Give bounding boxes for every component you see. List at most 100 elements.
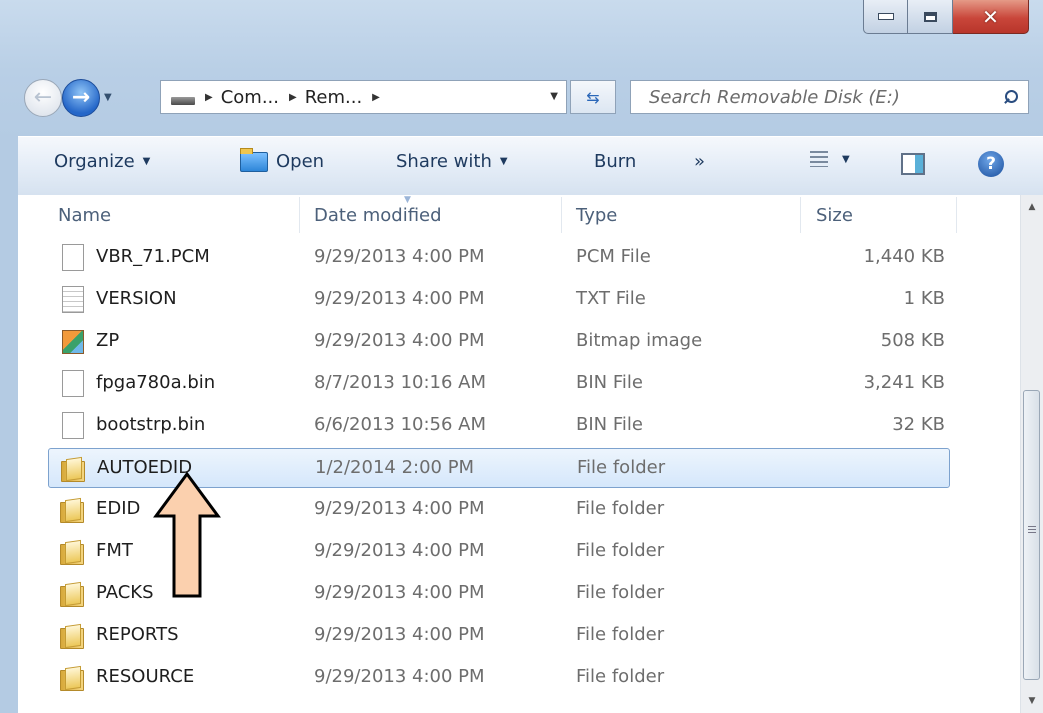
- file-row[interactable]: ZP 9/29/2013 4:00 PM Bitmap image 508 KB: [48, 322, 950, 362]
- forward-arrow-icon: →: [71, 85, 91, 110]
- file-name: REPORTS: [96, 624, 179, 645]
- maximize-icon: [923, 11, 937, 22]
- file-name: EDID: [96, 498, 141, 519]
- file-row[interactable]: fpga780a.bin 8/7/2013 10:16 AM BIN File …: [48, 364, 950, 404]
- scroll-thumb[interactable]: [1023, 390, 1040, 680]
- command-bar: Organize ▼ Open Share with ▼ Burn » ▼ ?: [18, 136, 1043, 196]
- caption-buttons: ✕: [863, 0, 1029, 34]
- file-size: 32 KB: [892, 414, 945, 435]
- open-label: Open: [276, 151, 325, 172]
- chevron-down-icon: ▼: [142, 156, 151, 167]
- file-date: 8/7/2013 10:16 AM: [314, 372, 487, 393]
- file-type: PCM File: [576, 246, 651, 267]
- minimize-icon: [877, 13, 894, 20]
- open-button[interactable]: Open: [240, 147, 325, 172]
- file-row[interactable]: VBR_71.PCM 9/29/2013 4:00 PM PCM File 1,…: [48, 238, 950, 278]
- more-commands-icon: »: [694, 151, 706, 172]
- change-view-button[interactable]: ▼: [810, 151, 850, 167]
- address-dropdown-icon[interactable]: ▼: [550, 91, 558, 102]
- file-type: Bitmap image: [576, 330, 703, 351]
- file-name: RESOURCE: [96, 666, 195, 687]
- file-date: 9/29/2013 4:00 PM: [314, 330, 485, 351]
- organize-label: Organize: [54, 151, 135, 172]
- folder-icon: [61, 458, 87, 482]
- file-size: 1,440 KB: [863, 246, 945, 267]
- refresh-button[interactable]: ⇆: [570, 80, 616, 114]
- file-size: 1 KB: [903, 288, 945, 309]
- address-bar[interactable]: ▶ Com... ▶ Rem... ▶ ▼: [160, 80, 567, 114]
- breadcrumb-separator-icon[interactable]: ▶: [289, 92, 297, 103]
- folder-row[interactable]: RESOURCE 9/29/2013 4:00 PM File folder: [48, 658, 950, 698]
- burn-label: Burn: [594, 151, 637, 172]
- file-type: BIN File: [576, 372, 643, 393]
- file-name: bootstrp.bin: [96, 414, 206, 435]
- column-header-name[interactable]: Name: [58, 205, 111, 226]
- file-date: 9/29/2013 4:00 PM: [314, 666, 485, 687]
- scroll-up-icon[interactable]: ▲: [1021, 197, 1043, 217]
- file-date: 9/29/2013 4:00 PM: [314, 246, 485, 267]
- column-header-size[interactable]: Size: [816, 205, 853, 226]
- file-date: 9/29/2013 4:00 PM: [314, 498, 485, 519]
- column-header-date[interactable]: Date modified: [314, 205, 442, 226]
- column-divider[interactable]: [299, 197, 300, 233]
- drive-icon: [171, 97, 195, 105]
- maximize-button[interactable]: [908, 0, 953, 34]
- column-divider[interactable]: [561, 197, 562, 233]
- text-file-icon: [62, 286, 84, 313]
- file-row[interactable]: bootstrp.bin 6/6/2013 10:56 AM BIN File …: [48, 406, 950, 446]
- share-with-button[interactable]: Share with ▼: [396, 151, 508, 172]
- column-divider[interactable]: [800, 197, 801, 233]
- file-name: FMT: [96, 540, 133, 561]
- file-date: 9/29/2013 4:00 PM: [314, 288, 485, 309]
- refresh-icon: ⇆: [586, 87, 600, 107]
- open-folder-icon: [240, 147, 268, 172]
- more-commands-button[interactable]: »: [694, 151, 705, 172]
- file-name: ZP: [96, 330, 120, 351]
- file-list: Name ▼ Date modified Type Size VBR_71.PC…: [18, 195, 1043, 713]
- folder-icon: [60, 541, 86, 565]
- breadcrumb-separator-icon[interactable]: ▶: [205, 92, 213, 103]
- back-button[interactable]: ←: [24, 79, 62, 117]
- back-arrow-icon: ←: [33, 85, 53, 110]
- burn-button[interactable]: Burn: [594, 151, 636, 172]
- file-name: fpga780a.bin: [96, 372, 216, 393]
- file-size: 3,241 KB: [863, 372, 945, 393]
- up-arrow-icon: [153, 471, 221, 598]
- chevron-down-icon: ▼: [842, 153, 850, 165]
- file-name: VERSION: [96, 288, 177, 309]
- folder-icon: [60, 625, 86, 649]
- scroll-down-icon[interactable]: ▼: [1021, 691, 1043, 711]
- file-row[interactable]: VERSION 9/29/2013 4:00 PM TXT File 1 KB: [48, 280, 950, 320]
- file-type: File folder: [576, 498, 665, 519]
- file-type: File folder: [576, 666, 665, 687]
- breadcrumb-separator-icon[interactable]: ▶: [372, 92, 380, 103]
- breadcrumb-removable-disk[interactable]: Rem...: [305, 87, 362, 108]
- forward-button[interactable]: →: [62, 79, 100, 117]
- column-header-type[interactable]: Type: [576, 205, 617, 226]
- sort-indicator-icon: ▼: [404, 195, 411, 205]
- close-button[interactable]: ✕: [953, 0, 1029, 34]
- file-size: 508 KB: [880, 330, 945, 351]
- close-icon: ✕: [982, 4, 999, 29]
- preview-pane-icon[interactable]: [901, 153, 925, 175]
- recent-pages-dropdown[interactable]: ▼: [104, 92, 112, 103]
- file-icon: [62, 244, 84, 271]
- folder-icon: [60, 499, 86, 523]
- organize-button[interactable]: Organize ▼: [54, 151, 150, 172]
- file-icon: [62, 370, 84, 397]
- minimize-button[interactable]: [863, 0, 908, 34]
- search-placeholder: Search Removable Disk (E:): [649, 86, 900, 108]
- bitmap-icon: [62, 330, 84, 354]
- details-view-icon: [810, 151, 828, 167]
- file-icon: [62, 412, 84, 439]
- folder-icon: [60, 667, 86, 691]
- vertical-scrollbar[interactable]: ▲ ▼: [1020, 195, 1043, 713]
- search-input[interactable]: Search Removable Disk (E:): [630, 80, 1029, 114]
- folder-row[interactable]: REPORTS 9/29/2013 4:00 PM File folder: [48, 616, 950, 656]
- search-icon[interactable]: [1004, 90, 1018, 104]
- help-icon[interactable]: ?: [978, 151, 1004, 177]
- file-type: File folder: [576, 582, 665, 603]
- breadcrumb-computer[interactable]: Com...: [221, 87, 279, 108]
- column-divider[interactable]: [956, 197, 957, 233]
- file-date: 1/2/2014 2:00 PM: [315, 457, 475, 478]
